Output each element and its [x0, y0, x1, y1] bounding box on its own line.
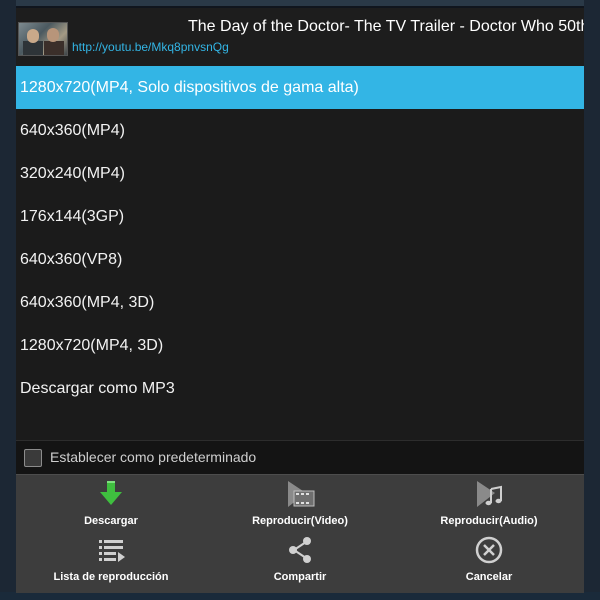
cancel-icon: [475, 536, 503, 564]
download-arrow-icon: [100, 481, 122, 505]
format-item-640x360-vp8[interactable]: 640x360(VP8): [16, 238, 584, 281]
format-item-640x360-mp4-3d[interactable]: 640x360(MP4, 3D): [16, 281, 584, 324]
background-app-right: [584, 0, 600, 600]
set-default-label: Establecer como predeterminado: [50, 449, 257, 465]
cancel-button[interactable]: Cancelar: [394, 533, 584, 589]
format-item-1280x720-mp4[interactable]: 1280x720(MP4, Solo dispositivos de gama …: [16, 66, 584, 109]
format-item-320x240-mp4[interactable]: 320x240(MP4): [16, 152, 584, 195]
format-list: 1280x720(MP4, Solo dispositivos de gama …: [16, 66, 584, 440]
format-item-640x360-mp4[interactable]: 640x360(MP4): [16, 109, 584, 152]
playlist-button[interactable]: Lista de reproducción: [16, 533, 206, 589]
video-url[interactable]: http://youtu.be/Mkq8pnvsnQg: [72, 40, 229, 54]
background-app-left: [0, 0, 16, 600]
background-app-top: [0, 0, 600, 6]
playlist-label: Lista de reproducción: [53, 571, 169, 583]
play-audio-label: Reproducir(Audio): [440, 515, 538, 527]
share-button[interactable]: Compartir: [205, 533, 395, 589]
play-video-button[interactable]: Reproducir(Video): [205, 477, 395, 533]
play-audio-button[interactable]: Reproducir(Audio): [394, 477, 584, 533]
cancel-label: Cancelar: [465, 571, 513, 583]
video-title: The Day of the Doctor- The TV Trailer - …: [188, 18, 584, 35]
share-label: Compartir: [273, 571, 327, 583]
format-item-mp3[interactable]: Descargar como MP3: [16, 367, 584, 410]
download-format-dialog: The Day of the Doctor- The TV Trailer - …: [16, 8, 584, 593]
playlist-icon: [99, 540, 125, 562]
play-video-label: Reproducir(Video): [252, 515, 348, 527]
download-label: Descargar: [84, 515, 138, 527]
action-bar: Descargar Reproducir(Video) Reproducir(A…: [16, 474, 584, 593]
play-audio-icon: [477, 481, 502, 507]
dialog-header: The Day of the Doctor- The TV Trailer - …: [16, 8, 584, 67]
set-default-row[interactable]: Establecer como predeterminado: [16, 440, 584, 474]
format-item-1280x720-mp4-3d[interactable]: 1280x720(MP4, 3D): [16, 324, 584, 367]
share-icon: [289, 537, 311, 563]
play-video-icon: [288, 481, 315, 507]
video-thumbnail: [18, 22, 68, 56]
format-item-176x144-3gp[interactable]: 176x144(3GP): [16, 195, 584, 238]
set-default-checkbox[interactable]: [24, 449, 42, 467]
background-app-bottom: [0, 592, 600, 600]
download-button[interactable]: Descargar: [16, 477, 206, 533]
